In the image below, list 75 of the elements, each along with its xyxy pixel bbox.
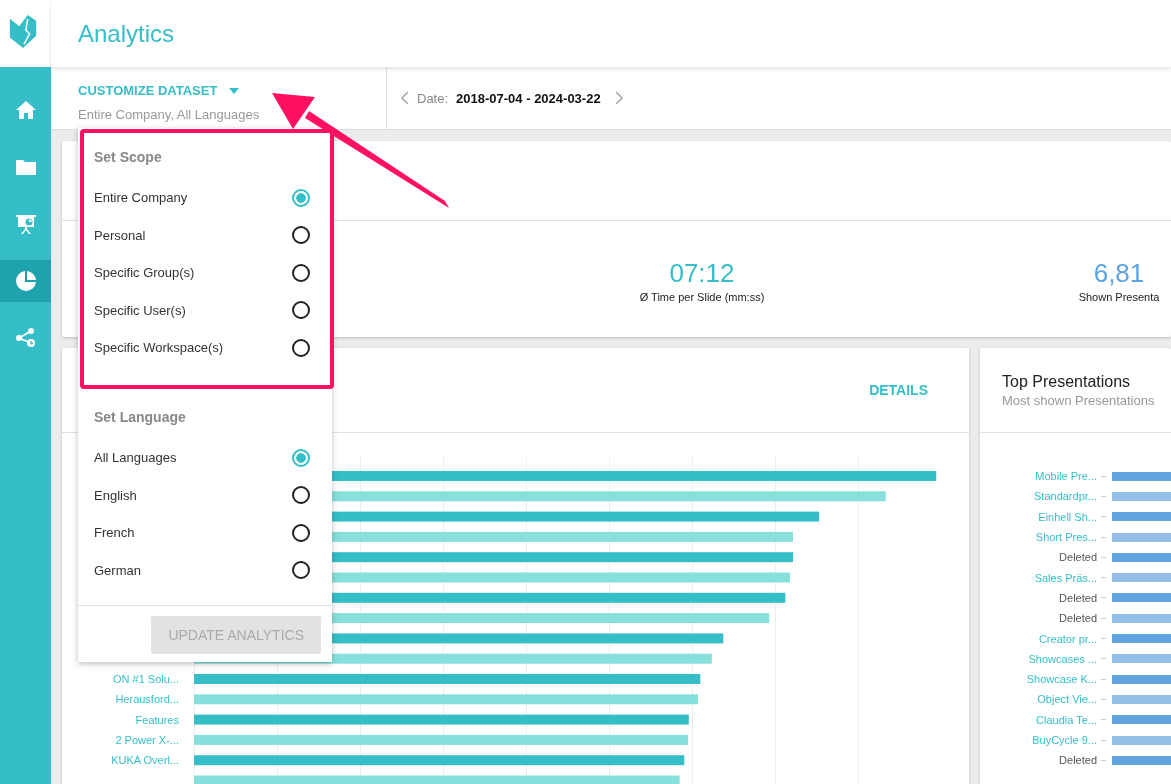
nav-item[interactable] [0,260,51,302]
bar-label[interactable]: ON #1 Solu... [112,673,179,686]
presentation-icon [13,212,38,236]
chevron-right-icon[interactable] [614,91,623,105]
bar-label[interactable]: Standardpr... [980,490,1097,503]
stat-label: Shown Presenta [1077,291,1161,303]
bar-label[interactable]: Claudia Te... [980,713,1097,726]
bar-label: Deleted [1058,754,1097,767]
bar [1112,471,1171,481]
radio-button[interactable] [292,523,310,542]
logo-icon [7,12,39,50]
bar [1112,735,1171,745]
bar-label[interactable]: Herausford... [115,693,179,706]
bar-label[interactable]: Mobile Pre... [980,470,1097,483]
date-range: 2018-07-04 - 2024-03-22 [456,90,601,106]
radio-button[interactable] [292,448,310,467]
page-title: Analytics [78,19,175,48]
radio-button[interactable] [292,486,310,505]
option-label: Specific User(s) [94,302,186,318]
dataset-summary: Entire Company, All Languages [78,107,261,122]
date-label: Date: [417,90,449,106]
option-label: Personal [94,227,146,243]
bar [1112,694,1171,704]
bar [1112,573,1171,583]
radio-button[interactable] [292,226,310,245]
option-label: All Languages [94,450,177,466]
chevron-left-icon[interactable] [401,91,409,105]
bar-label[interactable]: Features [135,713,179,726]
option-label: English [94,487,137,503]
bar-label[interactable]: Showcases ... [980,652,1097,665]
bar [1112,512,1171,522]
radio-button[interactable] [292,561,310,580]
option-label: Specific Group(s) [94,265,195,281]
option-label: Entire Company [94,190,188,206]
stat-label: Ø Time per Slide (mm:ss) [638,291,766,303]
bar-label[interactable]: Object Vie... [980,693,1097,706]
share-icon [13,326,38,350]
bar-label[interactable]: Showcase K... [980,673,1097,686]
bar [1112,674,1171,684]
radio-button[interactable] [292,188,310,207]
pie-chart-icon [13,269,38,293]
customize-dataset-button[interactable]: CUSTOMIZE DATASET [78,83,240,98]
bar-label[interactable]: KUKA Overl... [111,754,179,767]
bar [1112,755,1171,765]
radio-button[interactable] [292,301,310,320]
stat-value: 6,81 [1092,258,1146,289]
bar-label[interactable]: Sales Präs... [980,571,1097,584]
radio-button[interactable] [292,263,310,282]
section-title: Set Scope [94,149,163,165]
bar [1112,593,1171,603]
option-label: German [94,562,141,578]
bar-label[interactable]: Einhell Sh... [980,510,1097,523]
bar [1112,613,1171,623]
bar [1112,491,1171,501]
bar [1112,715,1171,725]
bar-label[interactable]: Creator pr... [980,632,1097,645]
card-title: Top Presentations [1002,373,1132,391]
caret-icon [229,87,240,94]
bar [1112,552,1171,562]
bar [1112,634,1171,643]
bar-label: Deleted [1058,612,1097,625]
bar-label: Deleted [1058,591,1097,604]
bar-label[interactable]: 2 Power X-... [115,734,179,747]
details-link[interactable]: DETAILS [869,382,928,398]
section-title: Set Language [94,409,187,425]
bar [1112,532,1171,542]
stat-value: 07:12 [668,258,736,289]
bar [1112,654,1171,664]
bar-label[interactable]: BuyCycle 9... [980,734,1097,746]
radio-button[interactable] [292,338,310,357]
bar-label: Deleted [1058,551,1097,564]
bar-label[interactable]: Short Pres... [980,531,1097,544]
option-label: French [94,525,135,541]
card-subtitle: Most shown Presentations [1002,393,1156,408]
option-label: Specific Workspace(s) [94,340,224,356]
